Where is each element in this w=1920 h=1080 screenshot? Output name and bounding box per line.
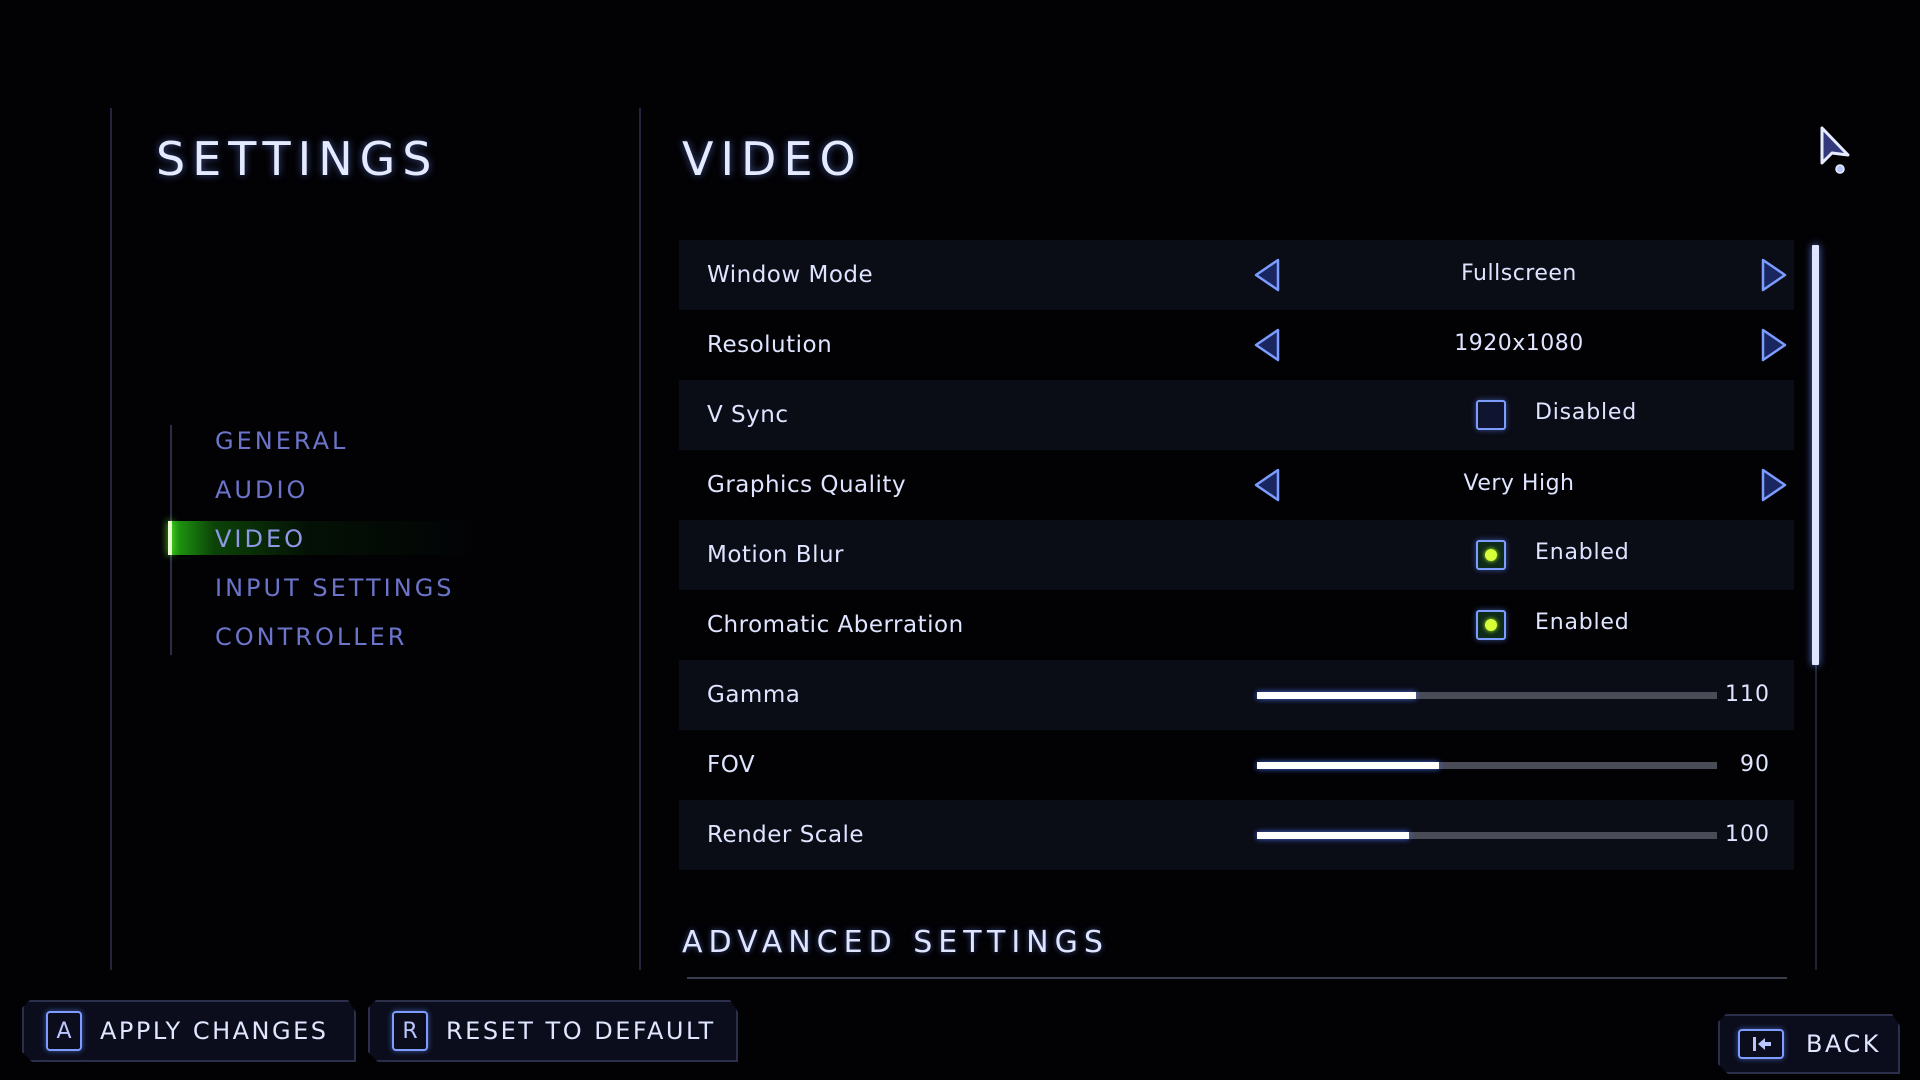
setting-row-chromatic-aberration[interactable]: Chromatic Aberration Enabled — [679, 590, 1794, 660]
apply-changes-button[interactable]: A APPLY CHANGES — [22, 1000, 356, 1062]
next-option-arrow-icon[interactable] — [1759, 328, 1789, 362]
next-option-arrow-icon[interactable] — [1759, 468, 1789, 502]
fov-slider[interactable] — [1257, 762, 1717, 769]
video-settings-list: Window Mode Fullscreen Resolution 1920x1080… — [679, 240, 1794, 870]
previous-option-arrow-icon[interactable] — [1252, 328, 1282, 362]
setting-row-gamma[interactable]: Gamma 110 — [679, 660, 1794, 730]
fov-value: 90 — [1740, 752, 1770, 777]
motion-blur-checkbox[interactable] — [1476, 540, 1506, 570]
fov-slider-fill — [1257, 762, 1439, 769]
page-title: VIDEO — [682, 132, 863, 186]
gamma-slider-fill — [1257, 692, 1416, 699]
render-scale-slider[interactable] — [1257, 832, 1717, 839]
render-scale-slider-fill — [1257, 832, 1409, 839]
previous-option-arrow-icon[interactable] — [1252, 258, 1282, 292]
scrollbar-thumb[interactable] — [1812, 245, 1819, 665]
setting-label: Chromatic Aberration — [707, 612, 964, 638]
setting-row-motion-blur[interactable]: Motion Blur Enabled — [679, 520, 1794, 590]
advanced-settings-heading: ADVANCED SETTINGS — [682, 925, 1109, 960]
setting-row-render-scale[interactable]: Render Scale 100 — [679, 800, 1794, 870]
left-panel-border — [110, 108, 112, 970]
key-r-icon: R — [392, 1011, 428, 1051]
active-nav-marker — [168, 521, 172, 555]
gamma-slider[interactable] — [1257, 692, 1717, 699]
panel-divider — [639, 108, 641, 970]
section-divider — [687, 977, 1787, 979]
setting-label: Render Scale — [707, 822, 865, 848]
setting-row-v-sync[interactable]: V Sync Disabled — [679, 380, 1794, 450]
nav-item-audio[interactable]: AUDIO — [215, 476, 308, 504]
setting-label: Window Mode — [707, 262, 874, 288]
nav-item-video[interactable]: VIDEO — [215, 525, 306, 553]
setting-label: FOV — [707, 752, 756, 778]
nav-item-general[interactable]: GENERAL — [215, 427, 348, 455]
setting-row-resolution[interactable]: Resolution 1920x1080 — [679, 310, 1794, 380]
next-option-arrow-icon[interactable] — [1759, 258, 1789, 292]
v-sync-status: Disabled — [1535, 400, 1637, 425]
setting-row-window-mode[interactable]: Window Mode Fullscreen — [679, 240, 1794, 310]
checked-dot-icon — [1485, 619, 1497, 631]
setting-label: Graphics Quality — [707, 472, 907, 498]
key-a-icon: A — [46, 1011, 82, 1051]
setting-row-fov[interactable]: FOV 90 — [679, 730, 1794, 800]
scrollbar-track[interactable] — [1815, 665, 1817, 970]
motion-blur-status: Enabled — [1535, 540, 1630, 565]
setting-label: Motion Blur — [707, 542, 844, 568]
previous-option-arrow-icon[interactable] — [1252, 468, 1282, 502]
v-sync-checkbox[interactable] — [1476, 400, 1506, 430]
setting-label: V Sync — [707, 402, 789, 428]
setting-label: Gamma — [707, 682, 801, 708]
chromatic-aberration-status: Enabled — [1535, 610, 1630, 635]
settings-title: SETTINGS — [156, 132, 439, 186]
window-mode-value: Fullscreen — [1461, 261, 1577, 286]
mouse-cursor-icon — [1820, 126, 1850, 174]
nav-item-input-settings[interactable]: INPUT SETTINGS — [215, 574, 455, 602]
reset-to-default-button[interactable]: R RESET TO DEFAULT — [368, 1000, 738, 1062]
resolution-value: 1920x1080 — [1454, 331, 1584, 356]
back-label: BACK — [1806, 1030, 1881, 1058]
setting-label: Resolution — [707, 332, 833, 358]
gamma-value: 110 — [1725, 682, 1770, 707]
chromatic-aberration-checkbox[interactable] — [1476, 610, 1506, 640]
nav-item-controller[interactable]: CONTROLLER — [215, 623, 407, 651]
apply-changes-label: APPLY CHANGES — [100, 1017, 329, 1045]
graphics-quality-value: Very High — [1463, 471, 1575, 496]
render-scale-value: 100 — [1725, 822, 1770, 847]
checked-dot-icon — [1485, 549, 1497, 561]
back-button[interactable]: BACK — [1718, 1014, 1900, 1074]
setting-row-graphics-quality[interactable]: Graphics Quality Very High — [679, 450, 1794, 520]
reset-to-default-label: RESET TO DEFAULT — [446, 1017, 716, 1045]
back-arrow-icon — [1738, 1029, 1784, 1059]
